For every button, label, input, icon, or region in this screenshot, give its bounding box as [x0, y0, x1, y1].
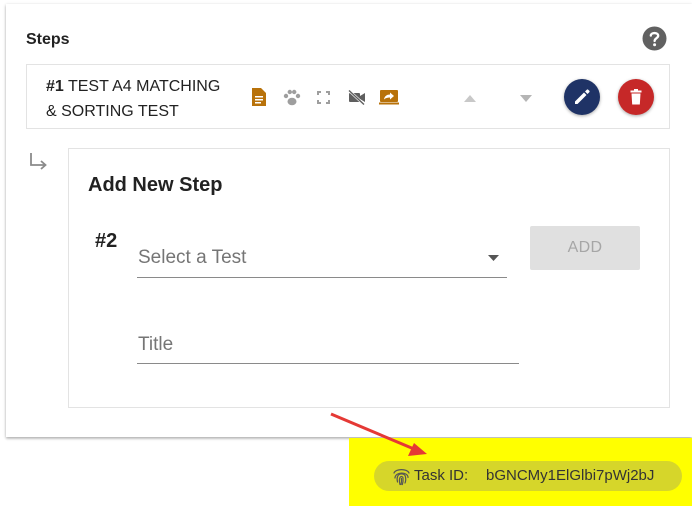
- chevron-down-icon[interactable]: [488, 255, 499, 261]
- next-step-number: #2: [95, 230, 118, 252]
- arrow-down-icon[interactable]: [520, 95, 532, 102]
- test-select[interactable]: Select a Test: [137, 241, 507, 278]
- step-item[interactable]: #1 TEST A4 MATCHING & SORTING TEST: [26, 64, 670, 129]
- document-icon[interactable]: [252, 88, 266, 106]
- task-id-value: bGNCMy1ElGlbi7pWj2bJ: [486, 467, 655, 484]
- add-step-panel: Add New Step #2 Select a Test Title ADD: [68, 148, 670, 408]
- step-title-line2: & SORTING TEST: [46, 103, 179, 120]
- share-screen-icon[interactable]: [379, 90, 399, 105]
- video-off-icon[interactable]: [348, 90, 366, 105]
- steps-heading: Steps: [26, 31, 70, 48]
- delete-step-button[interactable]: [618, 79, 654, 115]
- help-circle-icon[interactable]: [642, 26, 667, 51]
- title-field[interactable]: Title: [137, 327, 519, 364]
- step-title: #1 TEST A4 MATCHING & SORTING TEST: [46, 74, 246, 124]
- steps-card: Steps #1 TEST A4 MATCHING & SORTING TEST: [6, 4, 692, 437]
- pencil-icon: [575, 89, 590, 104]
- step-title-line1: TEST A4 MATCHING: [67, 78, 221, 95]
- test-select-label: Select a Test: [138, 247, 247, 268]
- trash-icon: [630, 89, 642, 105]
- arrow-up-icon[interactable]: [464, 95, 476, 102]
- task-id-label: Task ID:: [414, 467, 469, 484]
- fingerprint-icon: [393, 469, 410, 486]
- edit-step-button[interactable]: [564, 79, 600, 115]
- add-button[interactable]: ADD: [530, 226, 640, 270]
- task-id-chip[interactable]: Task ID: bGNCMy1ElGlbi7pWj2bJ: [374, 461, 682, 491]
- add-step-title: Add New Step: [88, 174, 223, 196]
- subdirectory-arrow-icon: [30, 153, 47, 170]
- highlight-box: Task ID: bGNCMy1ElGlbi7pWj2bJ: [349, 438, 692, 506]
- paw-icon[interactable]: [283, 89, 301, 106]
- fullscreen-icon[interactable]: [317, 91, 330, 104]
- step-number: #1: [46, 78, 64, 95]
- title-field-label: Title: [138, 334, 174, 355]
